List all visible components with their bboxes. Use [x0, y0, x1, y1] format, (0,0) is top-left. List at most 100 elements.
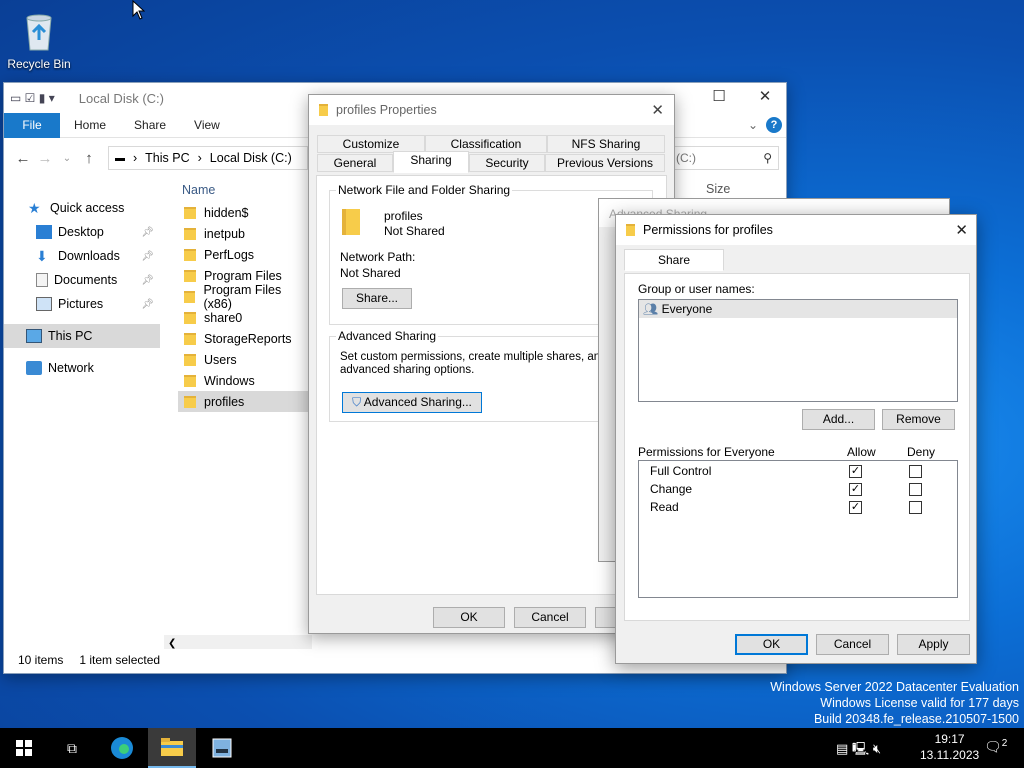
user-listbox[interactable]: 👥︎ Everyone [638, 299, 958, 402]
sidebar-item-quick-access[interactable]: ★ Quick access [4, 196, 160, 220]
apply-button[interactable]: Apply [897, 634, 970, 655]
star-icon: ★ [28, 200, 41, 216]
breadcrumb-local-disk[interactable]: Local Disk (C:) [210, 151, 292, 165]
deny-header: Deny [907, 445, 936, 459]
tab-previous-versions[interactable]: Previous Versions [545, 154, 665, 172]
breadcrumb-this-pc[interactable]: This PC [145, 151, 189, 165]
tab-view[interactable]: View [180, 113, 234, 138]
allow-checkbox[interactable]: ✓ [849, 501, 862, 514]
add-button[interactable]: Add... [802, 409, 875, 430]
close-icon[interactable]: ✕ [742, 83, 788, 113]
start-icon[interactable] [0, 728, 48, 768]
up-icon[interactable]: ↑ [78, 150, 100, 167]
permission-name: Change [650, 482, 693, 496]
remove-button[interactable]: Remove [882, 409, 955, 430]
advanced-sharing-button[interactable]: ⛉ Advanced Sharing... [342, 392, 482, 413]
forward-icon[interactable]: → [34, 150, 56, 167]
sidebar-item-desktop[interactable]: Desktop 📌︎ [4, 220, 160, 244]
list-item[interactable]: inetpub [178, 223, 308, 244]
sidebar-item-pictures[interactable]: Pictures 📌︎ [4, 292, 160, 316]
horizontal-scrollbar[interactable]: ❮ [164, 635, 312, 649]
tab-nfs-sharing[interactable]: NFS Sharing [547, 135, 665, 153]
network-tray-icon[interactable]: 🖳︎ [852, 741, 869, 756]
file-name: share0 [204, 310, 243, 325]
folder-icon [184, 332, 196, 345]
tab-share[interactable]: Share [120, 113, 180, 138]
search-placeholder: (C:) [676, 151, 696, 165]
sidebar-label: Desktop [58, 225, 104, 239]
recycle-bin-graphic [26, 14, 52, 51]
list-item[interactable]: Program Files (x86) [178, 283, 308, 311]
list-item[interactable]: Windows [178, 370, 308, 391]
navigation-pane: ★ Quick access Desktop 📌︎ ⬇ Downloads 📌︎… [4, 196, 160, 380]
deny-checkbox[interactable] [909, 501, 922, 514]
tab-sharing[interactable]: Sharing [393, 151, 469, 173]
item-count: 10 items [18, 653, 64, 667]
recycle-bin-icon[interactable]: Recycle Bin [6, 8, 72, 71]
search-input[interactable]: (C:) ⚲ [669, 146, 779, 170]
scroll-left-icon[interactable]: ❮ [164, 638, 176, 649]
cancel-button[interactable]: Cancel [514, 607, 586, 628]
share-button[interactable]: Share... [342, 288, 412, 309]
tab-home[interactable]: Home [60, 113, 120, 138]
server-manager-icon[interactable] [198, 728, 246, 768]
tab-share-permissions[interactable]: Share Permissions [624, 249, 724, 287]
maximize-icon[interactable]: ☐ [696, 83, 742, 113]
permission-name: Read [650, 500, 679, 514]
volume-muted-icon[interactable]: 🔇︎ [873, 741, 881, 756]
recent-dropdown-icon[interactable]: ⌄ [56, 153, 78, 164]
pin-icon[interactable]: 📌︎ [141, 299, 154, 310]
list-item[interactable]: Users [178, 349, 308, 370]
clock[interactable]: 19:17 13.11.2023 [920, 731, 979, 763]
pin-icon[interactable]: 📌︎ [141, 227, 154, 238]
deny-checkbox[interactable] [909, 483, 922, 496]
tray-icons[interactable]: ▤ 🖳︎ 🔇︎ [836, 740, 881, 762]
file-explorer-icon[interactable] [148, 728, 196, 768]
allow-checkbox[interactable]: ✓ [849, 483, 862, 496]
back-icon[interactable]: ← [12, 150, 34, 167]
taskbar: ⧉ ▤ 🖳︎ 🔇︎ 19:17 13.11.2023 🗨︎2 [0, 728, 1024, 768]
allow-checkbox[interactable]: ✓ [849, 465, 862, 478]
tab-file[interactable]: File [4, 112, 60, 138]
list-item[interactable]: StorageReports [178, 328, 308, 349]
sidebar-item-documents[interactable]: Documents 📌︎ [4, 268, 160, 292]
group-caption: Network File and Folder Sharing [336, 183, 513, 197]
ribbon-expand-icon[interactable]: ⌄ [748, 118, 758, 132]
sidebar-label: Downloads [58, 249, 120, 263]
ok-button[interactable]: OK [735, 634, 808, 655]
security-tray-icon[interactable]: ▤ [836, 741, 848, 756]
notifications-icon[interactable]: 🗨︎2 [984, 738, 1007, 756]
address-box[interactable]: ▬ › This PC › Local Disk (C:) [108, 146, 308, 170]
sidebar-item-network[interactable]: Network [4, 356, 160, 380]
list-item[interactable]: PerfLogs [178, 244, 308, 265]
tab-security[interactable]: Security [469, 154, 545, 172]
list-item[interactable]: 👥︎ Everyone [639, 300, 957, 318]
close-icon[interactable]: ✕ [955, 221, 968, 239]
column-header-size[interactable]: Size [706, 182, 730, 196]
cancel-button[interactable]: Cancel [816, 634, 889, 655]
sidebar-item-downloads[interactable]: ⬇ Downloads 📌︎ [4, 244, 160, 268]
task-view-icon[interactable]: ⧉ [48, 728, 96, 768]
tab-general[interactable]: General [317, 154, 393, 172]
folder-icon [319, 104, 328, 116]
deny-checkbox[interactable] [909, 465, 922, 478]
edge-browser-icon[interactable] [98, 728, 146, 768]
close-icon[interactable]: ✕ [651, 101, 664, 119]
sidebar-label: Pictures [58, 297, 104, 311]
desktop-icon [36, 225, 52, 239]
pin-icon[interactable]: 📌︎ [141, 251, 154, 262]
pin-icon[interactable]: 📌︎ [141, 275, 154, 286]
sidebar-label: Documents [54, 273, 118, 287]
help-icon[interactable]: ? [766, 117, 782, 133]
list-item[interactable]: profiles [178, 391, 308, 412]
folder-icon [184, 311, 196, 324]
ok-button[interactable]: OK [433, 607, 505, 628]
group-caption: Advanced Sharing [336, 329, 439, 343]
folder-icon [184, 353, 196, 366]
quick-access-toolbar-icon[interactable]: ▭ ☑ ▮ ▾ [10, 91, 55, 105]
permissions-list: Full Control ✓ Change ✓ Read ✓ [638, 460, 958, 598]
sidebar-item-this-pc[interactable]: This PC [4, 324, 160, 348]
list-item[interactable]: hidden$ [178, 202, 308, 223]
column-header-name[interactable]: Name [178, 178, 308, 202]
clock-time: 19:17 [934, 732, 965, 746]
